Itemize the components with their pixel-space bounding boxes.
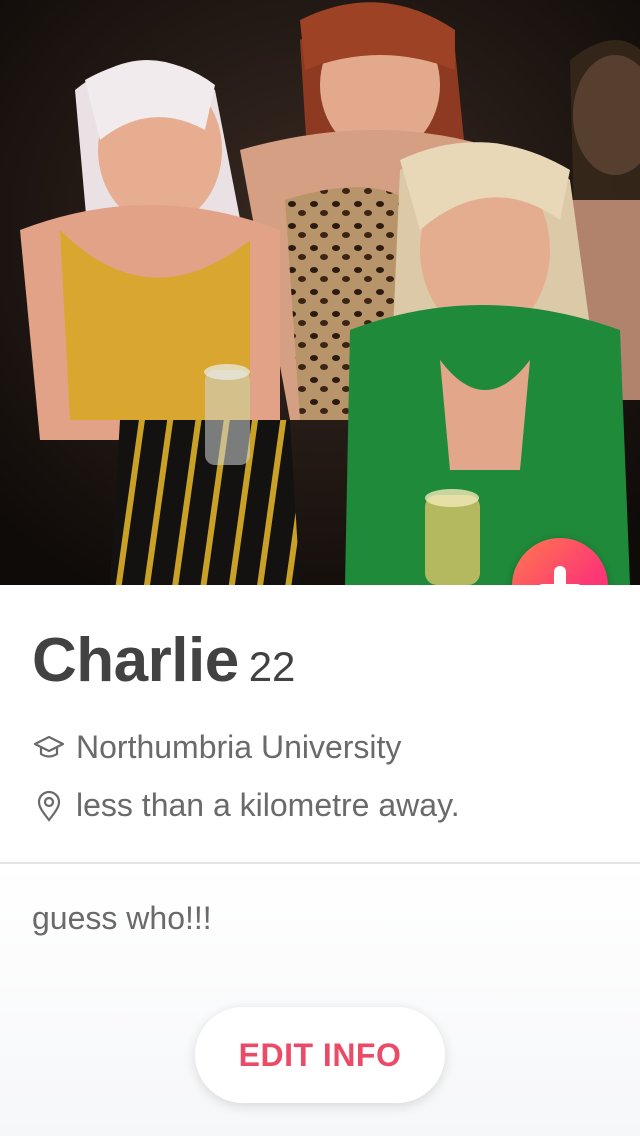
edit-info-button[interactable]: EDIT INFO — [195, 1007, 445, 1103]
school-name: Northumbria University — [76, 729, 402, 765]
profile-name: Charlie — [32, 626, 239, 695]
bio-text: guess who!!! — [32, 900, 212, 936]
profile-photo-image — [0, 0, 640, 585]
graduation-cap-icon — [32, 731, 66, 765]
distance-row: less than a kilometre away. — [32, 787, 460, 824]
school-row: Northumbria University — [32, 729, 401, 766]
location-pin-icon — [32, 789, 66, 823]
distance-text: less than a kilometre away. — [76, 787, 460, 823]
profile-age: 22 — [248, 643, 296, 690]
bio-section: guess who!!! EDIT INFO — [0, 864, 640, 1136]
profile-info: Charlie 22 Northumbria University less th… — [0, 585, 640, 863]
name-age-row: Charlie 22 — [32, 625, 295, 696]
profile-photo[interactable] — [0, 0, 640, 585]
